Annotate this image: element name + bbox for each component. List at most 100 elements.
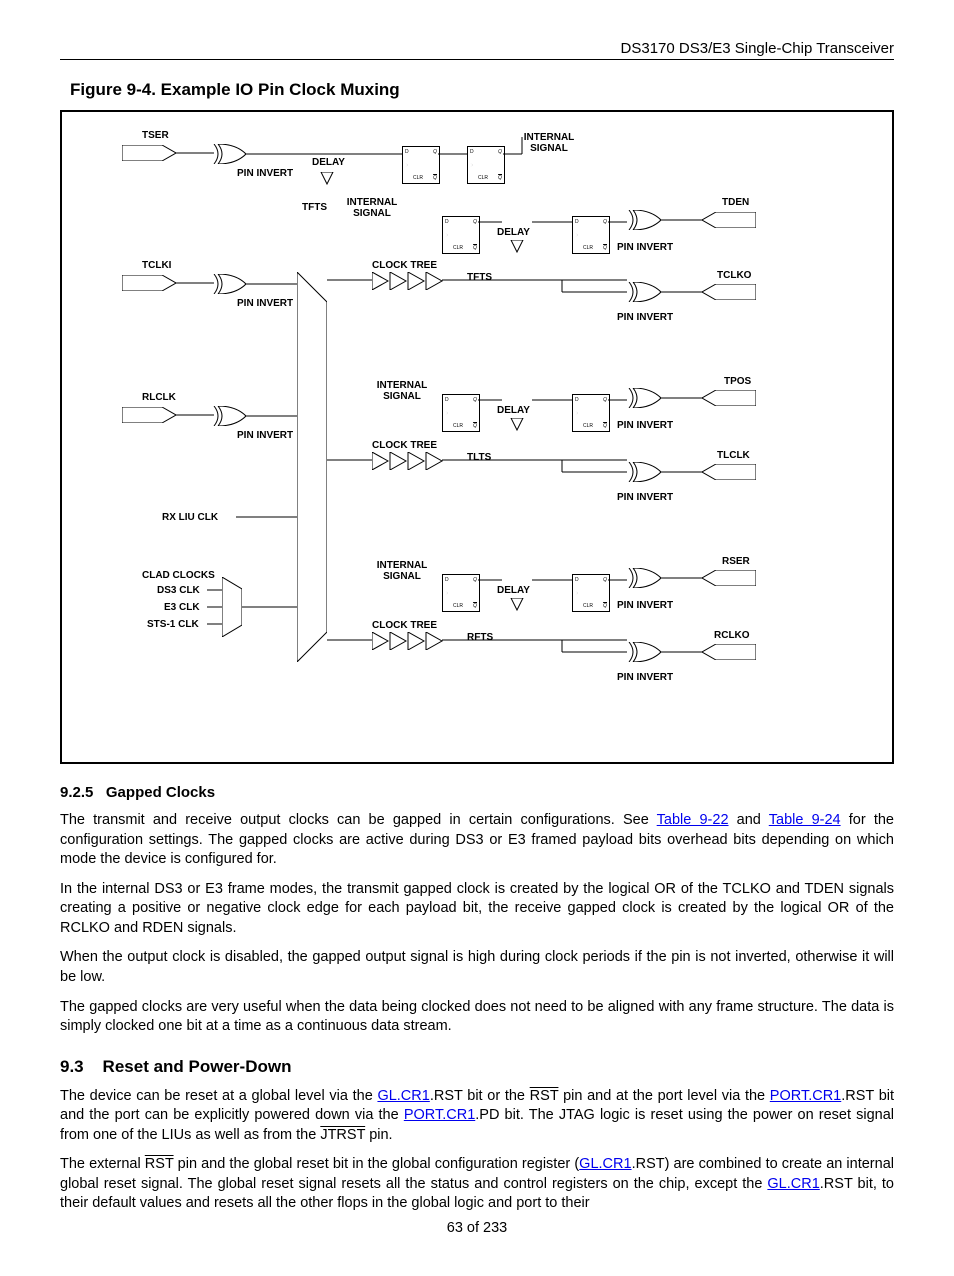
label-ds3-clk: DS3 CLK	[157, 585, 200, 596]
pin-tser	[122, 145, 176, 161]
flipflop-4: DQQCLR	[572, 216, 610, 254]
label-tlclk: TLCLK	[717, 450, 750, 461]
link-table-9-24[interactable]: Table 9-24	[769, 812, 841, 828]
para-925-1: The transmit and receive output clocks c…	[60, 811, 894, 870]
section-925-heading: 9.2.5 Gapped Clocks	[60, 784, 894, 801]
label-e3-clk: E3 CLK	[164, 602, 200, 613]
figure-caption: Figure 9-4. Example IO Pin Clock Muxing	[70, 80, 894, 100]
doc-title: DS3170 DS3/E3 Single-Chip Transceiver	[621, 40, 894, 57]
page-header: DS3170 DS3/E3 Single-Chip Transceiver	[60, 40, 894, 60]
clad-mux	[222, 577, 242, 637]
label-clock-tree: CLOCK TREE	[372, 260, 437, 271]
label-rclko: RCLKO	[714, 630, 750, 641]
label-rlclk: RLCLK	[142, 392, 176, 403]
label-delay-2: DELAY	[497, 227, 530, 238]
section-925-num: 9.2.5	[60, 784, 93, 801]
para-925-2: In the internal DS3 or E3 frame modes, t…	[60, 880, 894, 939]
label-tfts-2: TFTS	[467, 272, 492, 283]
flipflop-3: DQQCLR	[442, 216, 480, 254]
para-925-3: When the output clock is disabled, the g…	[60, 948, 894, 987]
pin-rser	[702, 570, 756, 586]
flipflop-5: DQQCLR	[442, 394, 480, 432]
label-internal-signal: INTERNAL SIGNAL	[342, 197, 402, 219]
page-footer: 63 of 233	[60, 1220, 894, 1236]
label-rser: RSER	[722, 556, 750, 567]
label-tpos: TPOS	[724, 376, 751, 387]
link-portcr1-b[interactable]: PORT.CR1	[404, 1107, 475, 1123]
link-glcr1-b[interactable]: GL.CR1	[579, 1156, 631, 1172]
label-pin-invert-r1: PIN INVERT	[617, 242, 673, 253]
label-tlts: TLTS	[467, 452, 491, 463]
label-internal-signal-3: INTERNAL SIGNAL	[372, 380, 432, 402]
xor-gate	[212, 144, 246, 164]
para-93-1: The device can be reset at a global leve…	[60, 1087, 894, 1146]
xor-gate-tpos	[627, 388, 661, 408]
label-internal-signal-4: INTERNAL SIGNAL	[372, 560, 432, 582]
label-pin-invert-2: PIN INVERT	[237, 298, 293, 309]
label-rfts: RFTS	[467, 632, 493, 643]
label-pin-invert-r3: PIN INVERT	[617, 420, 673, 431]
para-93-2: The external RST pin and the global rese…	[60, 1155, 894, 1214]
label-delay-3: DELAY	[497, 405, 530, 416]
xor-gate-tclko	[627, 282, 661, 302]
xor-gate-tlclk	[627, 462, 661, 482]
xor-gate-3	[212, 406, 246, 426]
label-sts1-clk: STS-1 CLK	[147, 619, 199, 630]
label-delay: DELAY	[312, 157, 345, 168]
xor-gate-rser	[627, 568, 661, 588]
label-pin-invert-r2: PIN INVERT	[617, 312, 673, 323]
delay-buffer-3	[507, 418, 527, 438]
label-clock-tree-3: CLOCK TREE	[372, 620, 437, 631]
delay-buffer-4	[507, 598, 527, 618]
label-pin-invert-r4: PIN INVERT	[617, 492, 673, 503]
label-internal-signal-2: INTERNAL SIGNAL	[519, 132, 579, 154]
label-clock-tree-2: CLOCK TREE	[372, 440, 437, 451]
label-tser: TSER	[142, 130, 169, 141]
delay-buffer-2	[507, 240, 527, 260]
label-tclko: TCLKO	[717, 270, 751, 281]
jtrst-overline: JTRST	[320, 1127, 365, 1143]
para-925-4: The gapped clocks are very useful when t…	[60, 998, 894, 1037]
label-clad-clocks: CLAD CLOCKS	[142, 570, 215, 581]
flipflop-8: DQQCLR	[572, 574, 610, 612]
flipflop-6: DQQCLR	[572, 394, 610, 432]
pin-tpos	[702, 390, 756, 406]
pin-rclko	[702, 644, 756, 660]
flipflop-7: DQQCLR	[442, 574, 480, 612]
delay-buffer	[317, 172, 337, 200]
pin-rlclk	[122, 407, 176, 423]
figure-diagram: TSER TCLKI RLCLK RX LIU CLK CLAD CLOCKS …	[60, 110, 894, 764]
section-925-title: Gapped Clocks	[106, 784, 215, 801]
flipflop: DQQCLR	[402, 146, 440, 184]
clock-tree-buffers	[372, 272, 452, 290]
wiring-overlay	[62, 112, 892, 762]
label-pin-invert-r5: PIN INVERT	[617, 600, 673, 611]
label-rx-liu-clk: RX LIU CLK	[162, 512, 218, 523]
xor-gate-tden	[627, 210, 661, 230]
link-glcr1-c[interactable]: GL.CR1	[767, 1176, 819, 1192]
label-tden: TDEN	[722, 197, 749, 208]
clock-tree-buffers-2	[372, 452, 452, 470]
label-pin-invert-3: PIN INVERT	[237, 430, 293, 441]
link-portcr1-a[interactable]: PORT.CR1	[770, 1088, 841, 1104]
rst-overline: RST	[530, 1088, 559, 1104]
link-table-9-22[interactable]: Table 9-22	[657, 812, 729, 828]
pin-tclki	[122, 275, 176, 291]
label-delay-4: DELAY	[497, 585, 530, 596]
flipflop-2: DQQCLR	[467, 146, 505, 184]
section-93-heading: 9.3 Reset and Power-Down	[60, 1057, 894, 1077]
label-pin-invert-r6: PIN INVERT	[617, 672, 673, 683]
clock-tree-buffers-3	[372, 632, 452, 650]
label-pin-invert: PIN INVERT	[237, 168, 293, 179]
label-tclki: TCLKI	[142, 260, 171, 271]
rst-overline-2: RST	[145, 1156, 174, 1172]
xor-gate-rclko	[627, 642, 661, 662]
pin-tlclk	[702, 464, 756, 480]
section-93-num: 9.3	[60, 1057, 84, 1076]
big-mux	[297, 272, 327, 662]
label-tfts: TFTS	[302, 202, 327, 213]
pin-tden	[702, 212, 756, 228]
xor-gate-2	[212, 274, 246, 294]
link-glcr1-a[interactable]: GL.CR1	[377, 1088, 429, 1104]
pin-tclko	[702, 284, 756, 300]
